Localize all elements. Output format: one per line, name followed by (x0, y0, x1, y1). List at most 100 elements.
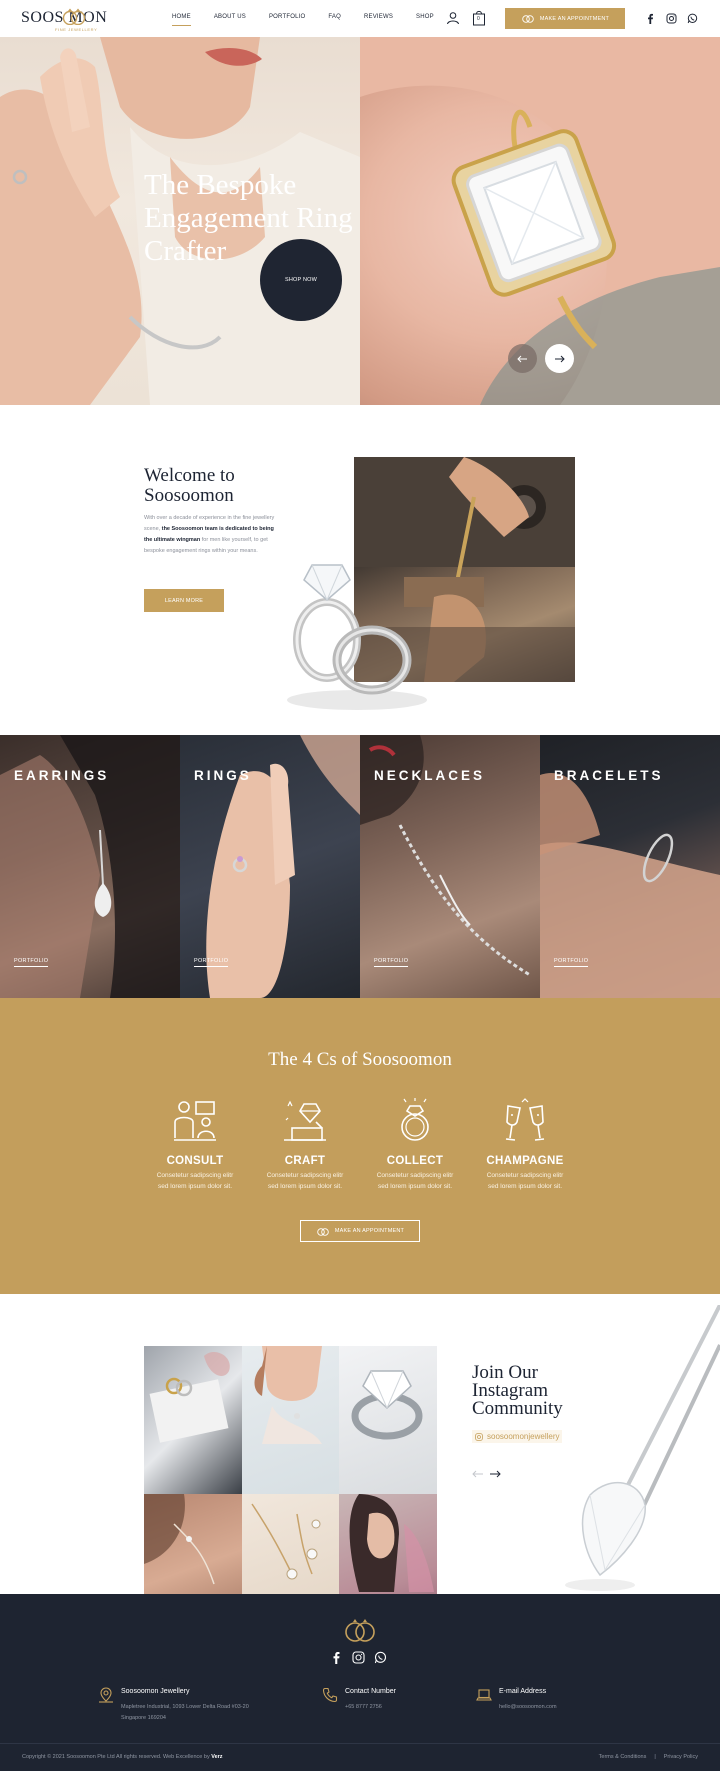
nav-home[interactable]: HOME (172, 14, 191, 26)
hero-banner: The Bespoke Engagement Ring Crafter SHOP… (0, 37, 720, 405)
terms-link[interactable]: Terms & Conditions (599, 1754, 647, 1760)
appointment-label: MAKE AN APPOINTMENT (334, 1228, 405, 1234)
laptop-icon (476, 1689, 492, 1701)
copyright-text: Copyright © 2021 Soosoomon Pte Ltd All r… (22, 1754, 212, 1760)
appointment-label: MAKE AN APPOINTMENT (539, 15, 610, 22)
nav-about-us[interactable]: ABOUT US (214, 14, 246, 20)
cs-desc-line: sed lorem ipsum dolor sit. (267, 1183, 343, 1190)
site-header: SOOS MON FINE JEWELLERY HOME ABOUT US PO… (0, 0, 720, 37)
make-appointment-outline-button[interactable]: MAKE AN APPOINTMENT (300, 1220, 420, 1242)
footer-company-name: Soosoomon Jewellery (121, 1688, 190, 1695)
legal-separator: | (654, 1754, 656, 1760)
category-portfolio-link[interactable]: PORTFOLIO (194, 958, 229, 967)
nav-reviews[interactable]: REVIEWS (364, 14, 393, 20)
four-cs-title: The 4 Cs of Soosoomon (268, 1049, 452, 1070)
shop-now-label: SHOP NOW (284, 277, 318, 283)
cs-desc-line: Consetetur sadipscing elitr (376, 1172, 454, 1179)
cs-item-collect: COLLECT Consetetur sadipscing elitr sed … (360, 1098, 470, 1192)
footer-address-line: Mapletree Industrial, 1093 Lower Delta R… (121, 1704, 249, 1710)
cs-name: COLLECT (386, 1155, 444, 1167)
instagram-post[interactable] (241, 1346, 340, 1494)
learn-more-label: LEARN MORE (164, 597, 204, 604)
instagram-post-image (251, 1503, 321, 1580)
footer-phone[interactable]: +65 8777 2756 (345, 1702, 382, 1713)
nav-portfolio[interactable]: PORTFOLIO (269, 14, 305, 20)
tweezers-diamond-image (565, 1305, 720, 1591)
footer-email-address[interactable]: hello@soosoomon.com (499, 1702, 557, 1713)
instagram-icon[interactable] (352, 1651, 365, 1664)
instagram-post-image (144, 1494, 215, 1585)
champagne-icon (505, 1098, 545, 1141)
welcome-body: With over a decade of experience in the … (144, 513, 275, 557)
nav-shop[interactable]: SHOP (416, 14, 434, 20)
engagement-ring-illustration (360, 37, 720, 405)
category-earrings[interactable]: EARRINGS PORTFOLIO (0, 735, 180, 998)
four-cs-section: The 4 Cs of Soosoomon CONSULT Consetetur… (0, 998, 720, 1294)
category-title: NECKLACES (374, 768, 486, 783)
cs-item-craft: CRAFT Consetetur sadipscing elitr sed lo… (250, 1098, 360, 1192)
category-bracelets[interactable]: BRACELETS PORTFOLIO (540, 735, 720, 998)
category-rings[interactable]: RINGS PORTFOLIO (180, 735, 360, 998)
privacy-link[interactable]: Privacy Policy (664, 1754, 698, 1760)
instagram-post-image (351, 1370, 423, 1440)
cart-button[interactable]: 0 (472, 10, 486, 26)
slider-prev-button[interactable] (508, 344, 537, 373)
arrow-left-icon (517, 355, 527, 362)
arrow-right-icon (555, 355, 565, 362)
category-portfolio-link[interactable]: PORTFOLIO (14, 958, 49, 967)
wedding-rings-image (287, 564, 427, 710)
category-title: EARRINGS (14, 768, 110, 783)
phone-icon (322, 1687, 338, 1703)
footer-bottom-bar: Copyright © 2021 Soosoomon Pte Ltd All r… (0, 1743, 720, 1771)
collect-icon (401, 1098, 429, 1141)
credit-link[interactable]: Verz (211, 1754, 222, 1760)
nav-faq[interactable]: FAQ (328, 14, 341, 20)
shop-now-button[interactable]: SHOP NOW (260, 239, 342, 321)
rings-icon (522, 15, 534, 23)
consult-icon (174, 1101, 216, 1141)
category-portfolio-link[interactable]: PORTFOLIO (374, 958, 409, 967)
make-appointment-button[interactable]: MAKE AN APPOINTMENT (505, 8, 625, 29)
welcome-title: Welcome to Soosoomon (144, 465, 235, 506)
category-necklaces[interactable]: NECKLACES PORTFOLIO (360, 735, 540, 998)
facebook-icon[interactable] (645, 13, 656, 24)
facebook-icon[interactable] (330, 1651, 343, 1664)
instagram-post[interactable] (144, 1346, 242, 1494)
copyright: Copyright © 2021 Soosoomon Pte Ltd All r… (22, 1754, 223, 1760)
whatsapp-icon[interactable] (374, 1651, 387, 1664)
site-footer: Soosoomon Jewellery Mapletree Industrial… (0, 1594, 720, 1771)
instagram-post-image (254, 1346, 322, 1444)
instagram-post[interactable] (339, 1346, 437, 1494)
cs-desc: Consetetur sadipscing elitr sed lorem ip… (250, 1170, 360, 1192)
cs-desc-line: sed lorem ipsum dolor sit. (157, 1183, 233, 1190)
category-portfolio-link[interactable]: PORTFOLIO (554, 958, 589, 967)
footer-address-text: Mapletree Industrial, 1093 Lower Delta R… (121, 1702, 249, 1724)
main-nav: HOME ABOUT US PORTFOLIO FAQ REVIEWS SHOP (172, 14, 457, 26)
user-icon[interactable] (446, 11, 460, 25)
learn-more-button[interactable]: LEARN MORE (144, 589, 224, 612)
craft-icon (284, 1100, 326, 1141)
instagram-post-image (349, 1494, 435, 1592)
footer-email-heading: E-mail Address (499, 1688, 547, 1695)
rings-logo-icon[interactable] (343, 1617, 377, 1643)
category-title: BRACELETS (554, 768, 664, 783)
cs-desc: Consetetur sadipscing elitr sed lorem ip… (140, 1170, 250, 1192)
footer-address-line: Singapore 169204 (121, 1715, 166, 1721)
arrow-right-icon[interactable] (489, 1469, 501, 1479)
category-title: RINGS (194, 768, 252, 783)
hero-ring-photo (360, 37, 720, 405)
cs-desc-line: sed lorem ipsum dolor sit. (377, 1183, 453, 1190)
cs-item-consult: CONSULT Consetetur sadipscing elitr sed … (140, 1098, 250, 1192)
cs-desc-line: Consetetur sadipscing elitr (486, 1172, 564, 1179)
instagram-icon[interactable] (666, 13, 677, 24)
slider-next-button[interactable] (545, 344, 574, 373)
cart-count: 0 (477, 16, 480, 22)
legal-links: Terms & Conditions | Privacy Policy (599, 1754, 698, 1760)
cs-item-champagne: CHAMPAGNE Consetetur sadipscing elitr se… (470, 1098, 580, 1192)
whatsapp-icon[interactable] (687, 13, 698, 24)
cs-name: CRAFT (284, 1155, 326, 1167)
instagram-handle-link[interactable]: soosoomonjewellery (472, 1430, 563, 1443)
arrow-left-icon[interactable] (472, 1469, 484, 1479)
cs-desc-line: Consetetur sadipscing elitr (156, 1172, 234, 1179)
logo[interactable]: SOOS MON FINE JEWELLERY (21, 7, 136, 32)
